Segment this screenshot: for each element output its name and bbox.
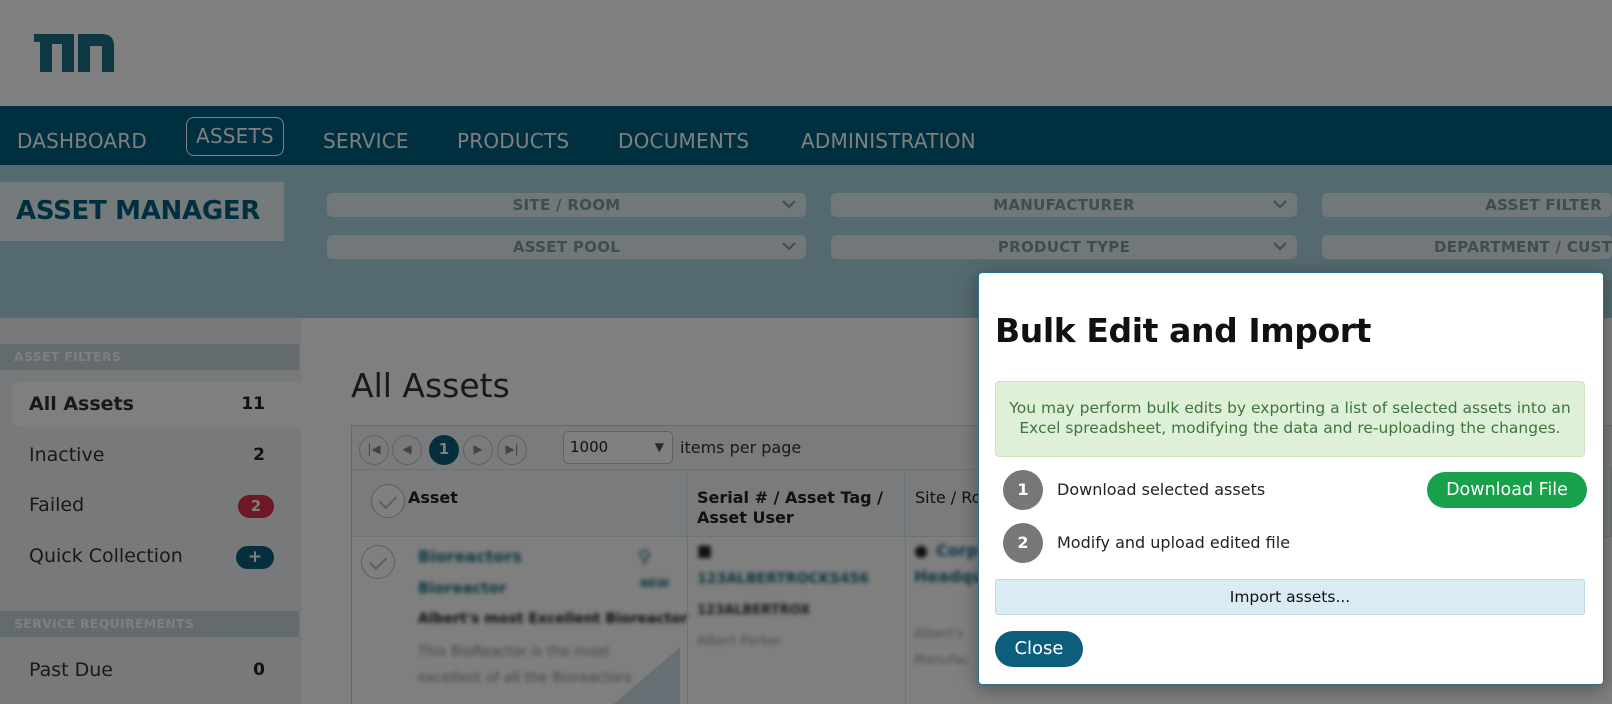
close-button[interactable]: Close <box>995 631 1083 667</box>
step-text-2: Modify and upload edited file <box>1057 533 1291 552</box>
step-number-1: 1 <box>1003 470 1043 510</box>
modal-title: Bulk Edit and Import <box>995 311 1372 350</box>
step-text-1: Download selected assets <box>1057 480 1266 499</box>
page: DASHBOARD ASSETS SERVICE PRODUCTS DOCUME… <box>0 0 1612 704</box>
info-alert: You may perform bulk edits by exporting … <box>995 381 1585 457</box>
import-assets-button[interactable]: Import assets... <box>995 579 1585 615</box>
bulk-edit-modal: Bulk Edit and Import You may perform bul… <box>978 272 1604 685</box>
download-file-button[interactable]: Download File <box>1427 472 1587 508</box>
step-number-2: 2 <box>1003 523 1043 563</box>
